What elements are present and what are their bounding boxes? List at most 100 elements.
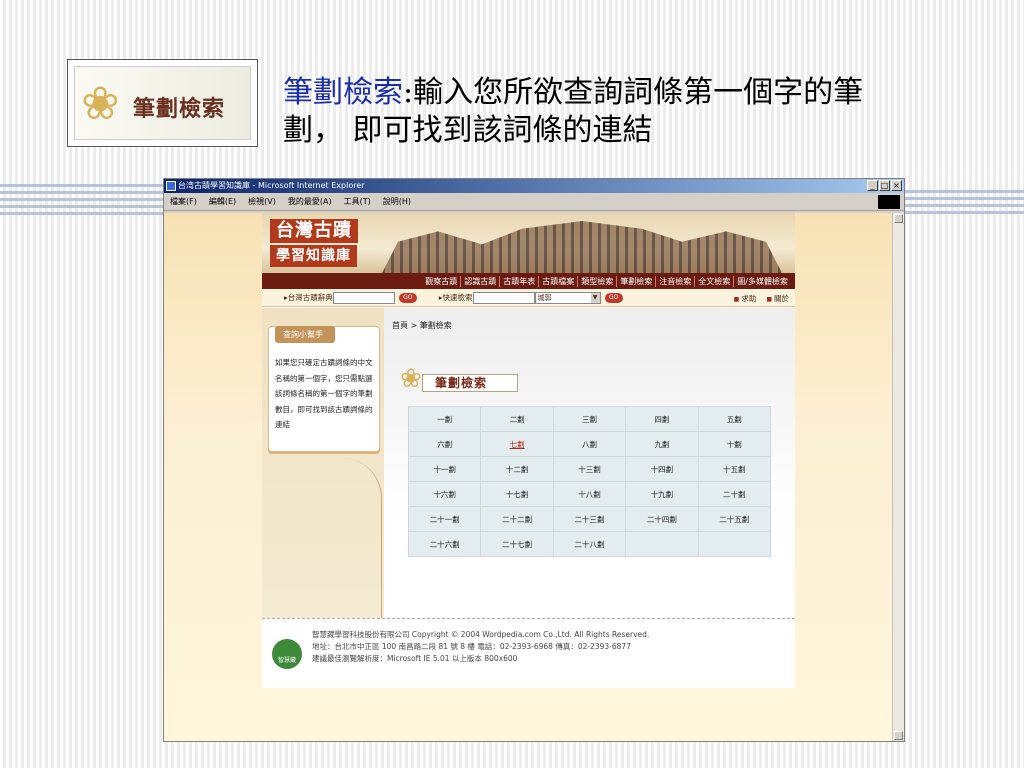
- stroke-link[interactable]: 二十四劃: [626, 507, 698, 531]
- stroke-link[interactable]: 十三劃: [553, 457, 626, 481]
- stroke-link[interactable]: 三劃: [553, 407, 626, 431]
- slide-logo: ❀ 筆劃檢索: [67, 59, 258, 147]
- window-title: 台湾古蹟學習知識庫 - Microsoft Internet Explorer: [178, 181, 365, 190]
- slide-title-keyword: 筆劃檢索: [283, 75, 403, 110]
- search-bar: ▸ 台灣古蹟辭典 GO ▸ 快速檢索 城郭▼ GO 求助 關於: [262, 289, 795, 307]
- site-logo-line1[interactable]: 台灣古蹟: [270, 219, 358, 243]
- category-select[interactable]: 城郭 ▼: [534, 291, 601, 304]
- ie-icon: [166, 181, 176, 191]
- slide-logo-text: 筆劃檢索: [133, 96, 226, 122]
- utility-links: 求助 關於: [734, 293, 789, 304]
- slide-title-line1: :輸入您所欲查詢詞條第一個字的筆: [403, 75, 864, 110]
- web-page: 台灣古蹟 學習知識庫 觀察古蹟 認識古蹟 古蹟年表 古蹟檔案 類型檢索 筆劃檢索…: [262, 213, 795, 688]
- menu-view[interactable]: 檢視(V): [248, 196, 276, 207]
- stroke-link[interactable]: 九劃: [626, 432, 698, 456]
- help-link[interactable]: 求助: [734, 293, 756, 304]
- nav-item[interactable]: 類型檢索: [577, 275, 616, 287]
- site-banner: 台灣古蹟 學習知識庫: [262, 213, 795, 273]
- flower-icon: ❀: [81, 76, 120, 130]
- stroke-link[interactable]: 二十八劃: [553, 532, 626, 556]
- browser-window: 台湾古蹟學習知識庫 - Microsoft Internet Explorer …: [163, 178, 905, 742]
- quick-search-label: 快速檢索: [442, 293, 473, 302]
- stroke-link[interactable]: 十九劃: [626, 482, 698, 506]
- close-button[interactable]: ×: [891, 180, 902, 191]
- maximize-button[interactable]: □: [879, 180, 890, 191]
- stroke-link[interactable]: 四劃: [626, 407, 698, 431]
- about-link[interactable]: 關於: [766, 293, 789, 304]
- stroke-link[interactable]: 二十六劃: [409, 532, 481, 556]
- scroll-up-icon[interactable]: [894, 214, 903, 223]
- stroke-link[interactable]: 二十三劃: [553, 507, 626, 531]
- nav-item[interactable]: 圖/多媒體檢索: [733, 275, 791, 287]
- dict-search-input[interactable]: [332, 291, 395, 304]
- slide-stripe-right: [904, 190, 1024, 214]
- stroke-link[interactable]: 二劃: [481, 407, 553, 431]
- vertical-scrollbar[interactable]: [892, 213, 904, 741]
- stroke-grid: 一劃 二劃 三劃 四劃 五劃六劃 七劃 八劃 九劃 十劃十一劃 十二劃 十三劃 十四劃 十五劃十六劃 十七…: [408, 406, 771, 557]
- minimize-button[interactable]: _: [867, 180, 878, 191]
- stroke-link[interactable]: 五劃: [698, 407, 770, 431]
- flower-icon: ❀: [400, 364, 422, 394]
- stroke-link[interactable]: 十七劃: [481, 482, 553, 506]
- menu-favorites[interactable]: 我的最愛(A): [288, 196, 332, 207]
- nav-item[interactable]: 筆劃檢索: [616, 275, 655, 287]
- stroke-link[interactable]: 十二劃: [481, 457, 553, 481]
- stroke-link[interactable]: 二十一劃: [409, 507, 481, 531]
- site-logo-line2[interactable]: 學習知識庫: [270, 245, 357, 267]
- menu-help[interactable]: 說明(H): [383, 196, 411, 207]
- stroke-link[interactable]: 二十五劃: [698, 507, 770, 531]
- stroke-link[interactable]: 二十二劃: [481, 507, 553, 531]
- window-titlebar: 台湾古蹟學習知識庫 - Microsoft Internet Explorer …: [164, 179, 904, 193]
- footer-resolution: 建議最佳瀏覽解析度：Microsoft IE 5.01 以上版本 800x600: [312, 654, 518, 663]
- temple-roof-image: [382, 221, 782, 273]
- stroke-link[interactable]: 一劃: [409, 407, 481, 431]
- help-title: 查詢小幫手: [275, 326, 335, 343]
- footer-copyright: 智慧藏學習科技股份有限公司 Copyright © 2004 Wordpedia…: [312, 630, 650, 639]
- stroke-link[interactable]: 十劃: [698, 432, 770, 456]
- stroke-link[interactable]: 六劃: [409, 432, 481, 456]
- main-content: 首頁 > 筆劃檢索 ❀ 筆劃檢索 一劃 二劃 三劃 四劃 五劃六劃 七劃 八劃 九劃 十劃十一劃…: [384, 308, 795, 613]
- company-logo: 智慧藏: [272, 639, 302, 669]
- slide-stripe-left: [0, 184, 165, 218]
- help-text: 如果您只確定古蹟詞條的中文名稱的第一個字，您只需點選該詞條名稱的第一個字的筆劃數…: [275, 358, 373, 429]
- nav-item[interactable]: 古蹟年表: [499, 275, 538, 287]
- stroke-link[interactable]: 十五劃: [698, 457, 770, 481]
- stroke-link[interactable]: 七劃: [481, 432, 553, 456]
- nav-item[interactable]: 觀察古蹟: [422, 276, 460, 287]
- empty-cell: [626, 532, 698, 556]
- slide-title-line2: 劃， 即可找到該詞條的連結: [283, 113, 653, 148]
- stroke-link[interactable]: 二十劃: [698, 482, 770, 506]
- menu-file[interactable]: 檔案(F): [170, 196, 197, 207]
- section-title: 筆劃檢索: [422, 374, 518, 392]
- menu-edit[interactable]: 編輯(E): [209, 196, 236, 207]
- site-footer: 智慧藏 智慧藏學習科技股份有限公司 Copyright © 2004 Wordp…: [262, 618, 795, 688]
- menu-bar: 檔案(F) 編輯(E) 檢視(V) 我的最愛(A) 工具(T) 說明(H): [164, 193, 904, 211]
- ie-throbber-icon: [878, 195, 900, 209]
- scroll-down-icon[interactable]: [894, 731, 903, 740]
- stroke-link[interactable]: 八劃: [553, 432, 626, 456]
- empty-cell: [698, 532, 770, 556]
- browser-content: 台灣古蹟 學習知識庫 觀察古蹟 認識古蹟 古蹟年表 古蹟檔案 類型檢索 筆劃檢索…: [164, 213, 892, 741]
- quick-search-input[interactable]: [472, 291, 535, 304]
- dict-go-button[interactable]: GO: [398, 292, 417, 303]
- category-select-value: 城郭: [537, 293, 552, 302]
- breadcrumb: 首頁 > 筆劃檢索: [392, 321, 452, 330]
- help-box: 查詢小幫手 如果您只確定古蹟詞條的中文名稱的第一個字，您只需點選該詞條名稱的第一…: [268, 326, 380, 452]
- stroke-link[interactable]: 十四劃: [626, 457, 698, 481]
- stroke-link[interactable]: 十一劃: [409, 457, 481, 481]
- nav-item[interactable]: 全文檢索: [694, 275, 733, 287]
- section-header: ❀ 筆劃檢索: [400, 364, 520, 396]
- footer-text: 智慧藏學習科技股份有限公司 Copyright © 2004 Wordpedia…: [312, 629, 649, 665]
- menu-tools[interactable]: 工具(T): [344, 196, 371, 207]
- window-controls: _ □ ×: [867, 180, 902, 191]
- dict-label: 台灣古蹟辭典: [287, 293, 333, 302]
- slide-title: 筆劃檢索:輸入您所欲查詢詞條第一個字的筆 劃， 即可找到該詞條的連結: [283, 74, 963, 150]
- site-nav: 觀察古蹟 認識古蹟 古蹟年表 古蹟檔案 類型檢索 筆劃檢索 注音檢索 全文檢索 …: [262, 273, 795, 289]
- nav-item[interactable]: 古蹟檔案: [538, 275, 577, 287]
- stroke-link[interactable]: 十八劃: [553, 482, 626, 506]
- stroke-link[interactable]: 二十七劃: [481, 532, 553, 556]
- nav-item[interactable]: 注音檢索: [655, 275, 694, 287]
- stroke-link[interactable]: 十六劃: [409, 482, 481, 506]
- nav-item[interactable]: 認識古蹟: [460, 275, 499, 287]
- quick-go-button[interactable]: GO: [604, 292, 623, 303]
